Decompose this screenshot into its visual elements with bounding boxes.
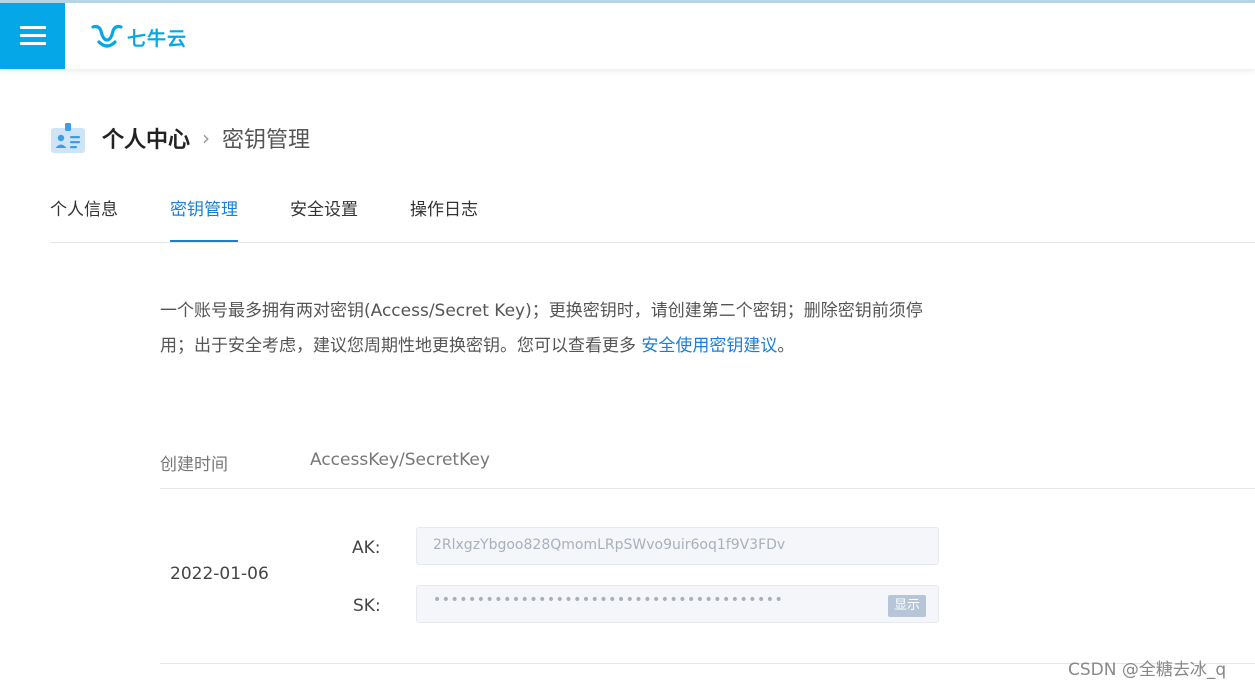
breadcrumb-current: 密钥管理	[222, 128, 311, 153]
logo-text: 七牛云	[127, 27, 188, 50]
notice-line-2-suffix: 。	[777, 336, 795, 356]
tab-operation-log[interactable]: 操作日志	[410, 190, 478, 241]
breadcrumb-main[interactable]: 个人中心	[102, 122, 190, 154]
created-date: 2022-01-06	[170, 564, 269, 584]
column-header-keys: AccessKey/SecretKey	[310, 450, 490, 470]
key-security-advice-link[interactable]: 安全使用密钥建议	[641, 336, 777, 356]
sk-label: SK:	[353, 596, 381, 616]
secret-key-masked: ••••••••••••••••••••••••••••••••••••••••	[433, 592, 784, 608]
key-notice-text: 一个账号最多拥有两对密钥(Access/Secret Key)；更换密钥时，请创…	[160, 294, 950, 364]
column-header-created: 创建时间	[160, 455, 228, 475]
watermark: CSDN @全糖去冰_q	[1068, 660, 1227, 680]
tab-security-settings[interactable]: 安全设置	[290, 190, 358, 241]
secret-key-field[interactable]: ••••••••••••••••••••••••••••••••••••••••…	[416, 585, 939, 623]
breadcrumb: 个人中心 › 密钥管理	[50, 118, 310, 158]
tab-bar: 个人信息 密钥管理 安全设置 操作日志	[50, 190, 1255, 243]
access-key-field[interactable]: 2RlxgzYbgoo828QmomLRpSWvo9uir6oq1f9V3FDv	[416, 527, 939, 565]
tab-key-management[interactable]: 密钥管理	[170, 190, 238, 242]
qiniu-logo-icon	[91, 24, 123, 48]
table-row: 2022-01-06 AK: 2RlxgzYbgoo828QmomLRpSWvo…	[160, 489, 1255, 664]
notice-line-1: 一个账号最多拥有两对密钥(Access/Secret Key)；更换密钥时，请创…	[160, 301, 923, 321]
qiniu-logo[interactable]: 七牛云	[91, 21, 187, 53]
top-navigation-bar: 七牛云	[0, 3, 1255, 69]
notice-line-2-prefix: 用；出于安全考虑，建议您周期性地更换密钥。您可以查看更多	[160, 336, 642, 356]
ak-label: AK:	[352, 538, 381, 558]
hamburger-menu-icon	[19, 26, 46, 46]
keys-table-header: 创建时间 AccessKey/SecretKey	[160, 444, 1255, 489]
show-secret-key-button[interactable]: 显示	[887, 595, 926, 617]
hamburger-menu-button[interactable]	[0, 3, 65, 69]
id-card-icon	[51, 123, 85, 153]
notice-line-2: 用；出于安全考虑，建议您周期性地更换密钥。您可以查看更多 安全使用密钥建议。	[160, 329, 950, 364]
tab-personal-info[interactable]: 个人信息	[50, 190, 118, 241]
chevron-right-icon: ›	[202, 126, 211, 150]
access-key-value: 2RlxgzYbgoo828QmomLRpSWvo9uir6oq1f9V3FDv	[433, 537, 786, 553]
